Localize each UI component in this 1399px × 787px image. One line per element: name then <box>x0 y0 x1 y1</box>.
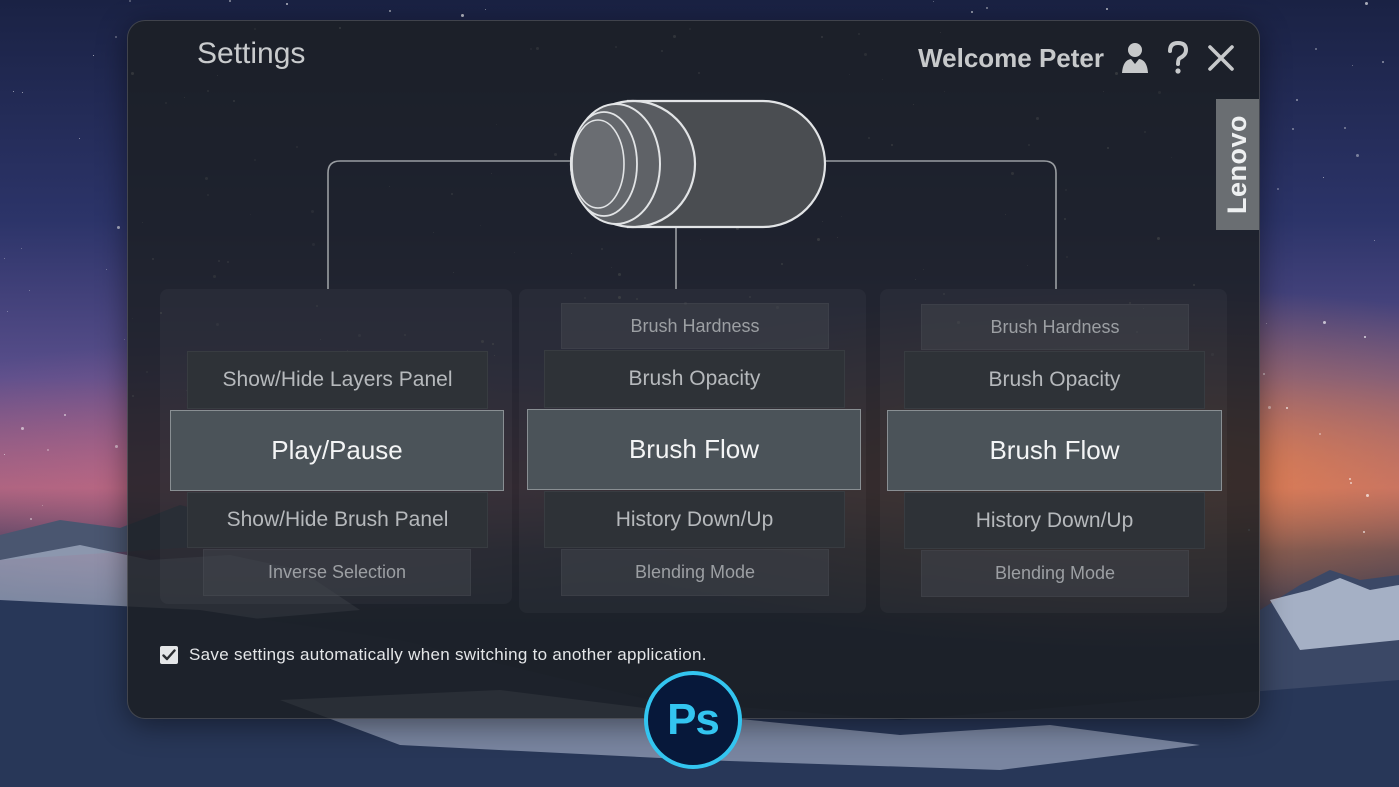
center-dial-option[interactable]: Brush Opacity <box>544 350 845 408</box>
brand-label: Lenovo <box>1222 114 1253 215</box>
lenovo-brand-tab: Lenovo <box>1216 99 1259 230</box>
save-settings-checkbox[interactable] <box>160 646 178 664</box>
right-dial-option[interactable]: Blending Mode <box>921 550 1189 597</box>
left-dial-option[interactable]: Inverse Selection <box>203 549 471 596</box>
center-dial-option[interactable]: History Down/Up <box>544 491 845 548</box>
center-dial-option[interactable]: Brush Hardness <box>561 303 829 349</box>
welcome-text: Welcome Peter <box>918 43 1104 73</box>
settings-window: Settings Welcome Peter Lenovo Show/Hide … <box>127 20 1260 719</box>
photoshop-app-icon[interactable]: Ps <box>644 671 742 769</box>
center-dial-selected-option[interactable]: Brush Flow <box>527 409 861 490</box>
left-dial-option[interactable]: Show/Hide Brush Panel <box>187 492 488 548</box>
right-dial-option[interactable]: Brush Hardness <box>921 304 1189 350</box>
left-dial-option[interactable]: Show/Hide Layers Panel <box>187 351 488 409</box>
window-title: Settings <box>197 37 306 70</box>
dial-device-icon <box>569 99 827 229</box>
close-icon[interactable] <box>1204 39 1238 77</box>
center-dial-option[interactable]: Blending Mode <box>561 549 829 596</box>
app-badge-label: Ps <box>667 695 720 744</box>
save-settings-option[interactable]: Save settings automatically when switchi… <box>160 645 707 665</box>
right-dial-option[interactable]: History Down/Up <box>904 492 1205 549</box>
save-settings-label: Save settings automatically when switchi… <box>189 645 707 664</box>
checkmark-icon <box>162 649 176 661</box>
left-dial-selected-option[interactable]: Play/Pause <box>170 410 504 491</box>
help-icon[interactable] <box>1161 39 1195 77</box>
right-dial-selected-option[interactable]: Brush Flow <box>887 410 1222 491</box>
user-icon[interactable] <box>1118 39 1152 77</box>
right-dial-option[interactable]: Brush Opacity <box>904 351 1205 409</box>
